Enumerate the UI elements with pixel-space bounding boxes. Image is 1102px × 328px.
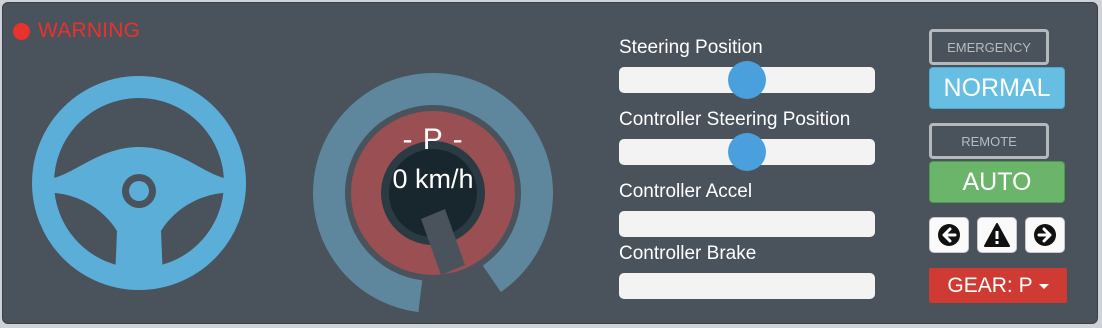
warning-status: WARNING [13,19,140,43]
steering-position-slider[interactable] [619,61,875,99]
turn-left-button[interactable] [929,217,969,253]
warning-indicator-icon [13,22,30,40]
turn-right-button[interactable] [1025,217,1065,253]
warning-triangle-icon [984,223,1010,247]
speed-readout: 0 km/h [392,164,474,194]
remote-button[interactable]: REMOTE [929,123,1049,159]
arrow-right-circle-icon [1034,224,1056,246]
controller-steering-position-slider-group: Controller Steering Position [619,109,877,171]
normal-mode-button[interactable]: NORMAL [929,67,1065,109]
steering-wheel-icon [32,76,246,290]
controller-steering-position-knob[interactable] [728,133,766,171]
warning-label: WARNING [38,19,141,42]
steering-position-slider-group: Steering Position [619,37,877,99]
controller-accel-label: Controller Accel [619,181,753,202]
controller-accel-slider-group: Controller Accel [619,181,877,237]
steering-position-label: Steering Position [619,37,763,58]
steering-position-knob[interactable] [728,61,766,99]
hazard-button[interactable] [977,217,1017,253]
emergency-button[interactable]: EMERGENCY [929,29,1049,65]
gear-dropdown[interactable]: GEAR: P [929,268,1067,303]
arrow-left-circle-icon [938,224,960,246]
controller-brake-label: Controller Brake [619,243,757,264]
controller-steering-position-slider[interactable] [619,133,875,171]
controller-accel-slider[interactable] [619,211,875,237]
caret-down-icon [1038,284,1049,289]
controller-steering-position-label: Controller Steering Position [619,109,851,130]
controller-brake-slider[interactable] [619,273,875,299]
gear-dropdown-label: GEAR: P [947,273,1033,297]
speedometer-readout: - P - 0 km/h [355,123,511,195]
gear-readout: - P - [402,123,464,156]
auto-mode-button[interactable]: AUTO [929,161,1065,203]
vehicle-control-panel: WARNING - P - 0 km/h Steering Position C… [2,2,1098,324]
controller-brake-slider-group: Controller Brake [619,243,877,299]
